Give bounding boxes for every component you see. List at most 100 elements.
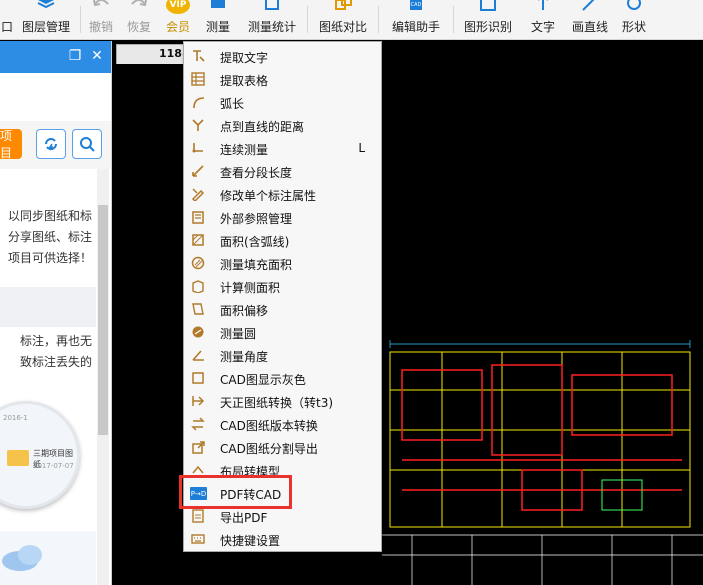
gray-display-icon [192, 372, 204, 384]
menu-item-label: CAD图纸分割导出 [220, 442, 318, 456]
fill-area-icon [191, 256, 205, 270]
restore-icon[interactable]: ❐ [68, 49, 82, 63]
undo-button[interactable]: 撤销 [83, 0, 119, 39]
area-arc-icon [192, 234, 204, 246]
menu-item-point-line-distance[interactable]: 点到直线的距离 [184, 114, 381, 137]
menu-item-area-arc[interactable]: 面积(含弧线) [184, 229, 381, 252]
extract-table-icon [191, 72, 205, 86]
vip-button[interactable]: VIP 会员 [159, 0, 197, 39]
compare-button[interactable]: 图纸对比 [310, 0, 376, 39]
menu-item-arc-length[interactable]: 弧长 [184, 91, 381, 114]
card-line: 项目可供选择！ [7, 251, 92, 265]
menu-item-label: 快捷键设置 [220, 534, 281, 548]
menu-item-circle-measure[interactable]: 测量圆 [184, 321, 381, 344]
menu-item-segment-length[interactable]: 查看分段长度 [184, 160, 381, 183]
card-line: 标注，再也无 [19, 334, 92, 348]
point-line-distance-icon [192, 119, 204, 131]
text-button[interactable]: 文字 [520, 0, 566, 39]
recognize-icon [480, 0, 496, 11]
menu-item-label: 测量角度 [220, 350, 269, 364]
line-button[interactable]: 画直线 [566, 0, 614, 39]
menu-item-angle[interactable]: 测量角度 [184, 344, 381, 367]
toolbar-partial-label: 口 [0, 20, 13, 34]
menu-item-hotkey[interactable]: 快捷键设置 [184, 528, 381, 551]
line-icon [582, 0, 595, 11]
arc-length-icon [193, 97, 205, 109]
measure-label: 测量 [205, 20, 230, 34]
continuous-measure-icon [192, 143, 203, 153]
svg-text:CAD: CAD [411, 2, 422, 8]
highlight-box [179, 475, 292, 509]
vip-label: 会员 [165, 20, 190, 34]
undo-icon [93, 0, 109, 7]
project-button[interactable]: 项目 [0, 129, 22, 160]
layer-manage-label: 图层管理 [21, 20, 70, 34]
menu-item-version-convert[interactable]: CAD图纸版本转换 [184, 413, 381, 436]
toolbar-separator [453, 6, 454, 33]
menu-item-label: CAD图显示灰色 [220, 373, 306, 387]
menu-item-extract-table[interactable]: 提取表格 [184, 68, 381, 91]
menu-item-split-export[interactable]: CAD图纸分割导出 [184, 436, 381, 459]
search-button[interactable] [72, 129, 102, 159]
export-pdf-icon [192, 509, 204, 523]
menu-item-label: 外部参照管理 [220, 212, 293, 226]
redo-icon [131, 0, 147, 7]
measure-stats-button[interactable]: 测量统计 [239, 0, 305, 39]
measure-button[interactable]: 测量 [197, 0, 239, 39]
recognize-button[interactable]: 图形识别 [456, 0, 520, 39]
card-line: 致标注丢失的 [19, 355, 92, 369]
card-line: 以同步图纸和标 [7, 209, 92, 223]
segment-length-icon [192, 165, 204, 177]
layer-manage-button[interactable]: 图层管理 [14, 0, 78, 39]
close-icon[interactable]: ✕ [90, 49, 104, 63]
menu-item-label: 面积偏移 [220, 304, 269, 318]
drawing-tab[interactable]: 118# [116, 44, 186, 64]
cad-drawing [382, 340, 703, 585]
folder-icon [7, 450, 29, 466]
panel-header: ❐ ✕ [0, 41, 111, 73]
extract-text-icon [193, 50, 205, 62]
recognize-label: 图形识别 [463, 20, 512, 34]
panel-scrollbar[interactable] [97, 169, 109, 585]
menu-item-label: 修改单个标注属性 [220, 189, 317, 203]
vip-icon: VIP [166, 0, 190, 14]
line-label: 画直线 [571, 20, 608, 34]
menu-item-continuous-measure[interactable]: 连续测量 L [184, 137, 381, 160]
menu-item-label: 连续测量 [220, 143, 269, 157]
menu-item-label: 提取表格 [220, 74, 269, 88]
edit-helper-button[interactable]: CAD 编辑助手 [381, 0, 451, 39]
menu-item-side-area[interactable]: 计算侧面积 [184, 275, 381, 298]
version-convert-icon [191, 417, 205, 431]
menu-item-extract-text[interactable]: 提取文字 [184, 45, 381, 68]
sync-button[interactable] [36, 129, 66, 159]
angle-icon [192, 350, 204, 361]
card-divider [0, 287, 96, 327]
shape-button[interactable]: 形状 [614, 0, 654, 39]
search-icon [80, 137, 95, 152]
toolbar-partial-button[interactable]: 口 [0, 0, 14, 39]
layers-icon [37, 0, 55, 9]
card-line: 分享图纸、标注 [7, 230, 92, 244]
text-label: 文字 [530, 20, 555, 34]
measure-stats-icon [265, 0, 279, 10]
tangent-convert-icon [192, 396, 205, 406]
menu-item-label: 面积(含弧线) [220, 235, 290, 249]
edit-helper-label: 编辑助手 [391, 20, 440, 34]
menu-item-tangent-convert[interactable]: 天正图纸转换（转t3) [184, 390, 381, 413]
menu-item-label: 弧长 [220, 97, 245, 111]
measure-icon [211, 0, 225, 8]
redo-button[interactable]: 恢复 [119, 0, 159, 39]
menu-item-area-offset[interactable]: 面积偏移 [184, 298, 381, 321]
menu-item-gray-display[interactable]: CAD图显示灰色 [184, 367, 381, 390]
scroll-thumb[interactable] [98, 205, 108, 435]
shape-icon [627, 0, 641, 10]
feature-card-annotation: 标注，再也无 致标注丢失的 [0, 331, 96, 373]
side-area-icon [192, 280, 204, 293]
compare-label: 图纸对比 [318, 20, 367, 34]
undo-label: 撤销 [88, 20, 113, 34]
menu-item-edit-annotation[interactable]: 修改单个标注属性 [184, 183, 381, 206]
menu-item-xref[interactable]: 外部参照管理 [184, 206, 381, 229]
measure-stats-label: 测量统计 [247, 20, 296, 34]
toolbar-separator [307, 6, 308, 33]
menu-item-fill-area[interactable]: 测量填充面积 [184, 252, 381, 275]
